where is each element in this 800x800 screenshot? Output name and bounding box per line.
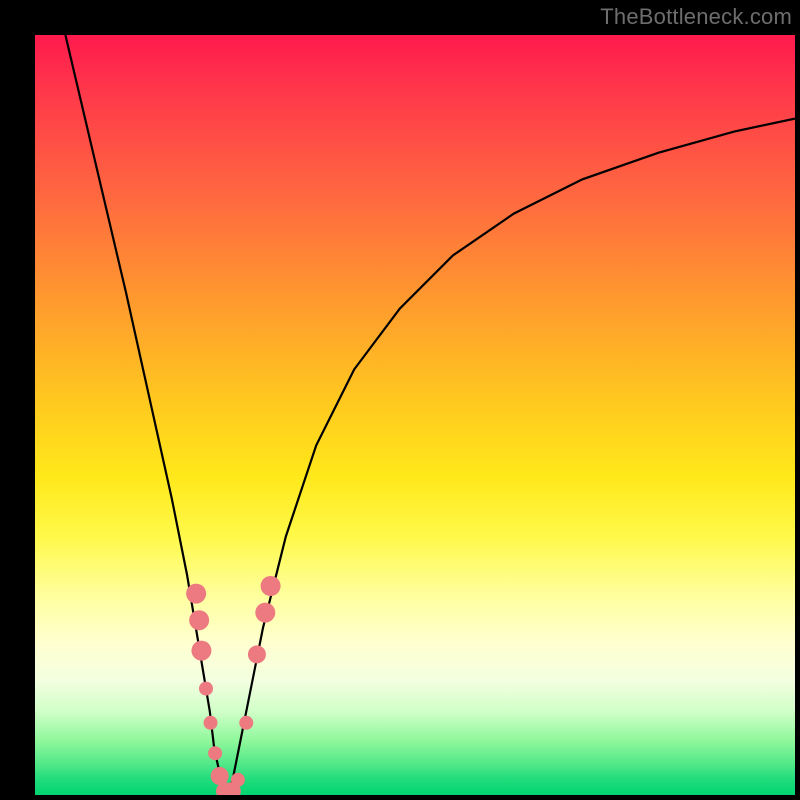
chart-frame: TheBottleneck.com: [0, 0, 800, 800]
data-point-marker: [189, 610, 209, 630]
data-point-marker: [199, 682, 213, 696]
data-point-marker: [255, 603, 275, 623]
bottleneck-curve: [65, 35, 795, 795]
data-point-marker: [261, 576, 281, 596]
data-point-marker: [208, 746, 222, 760]
data-point-marker: [248, 645, 266, 663]
data-point-marker: [204, 716, 218, 730]
data-point-marker: [231, 773, 245, 787]
curve-markers: [186, 576, 280, 795]
curve-layer: [35, 35, 795, 795]
plot-area: [35, 35, 795, 795]
data-point-marker: [186, 584, 206, 604]
data-point-marker: [191, 641, 211, 661]
data-point-marker: [239, 716, 253, 730]
watermark-text: TheBottleneck.com: [600, 4, 792, 30]
